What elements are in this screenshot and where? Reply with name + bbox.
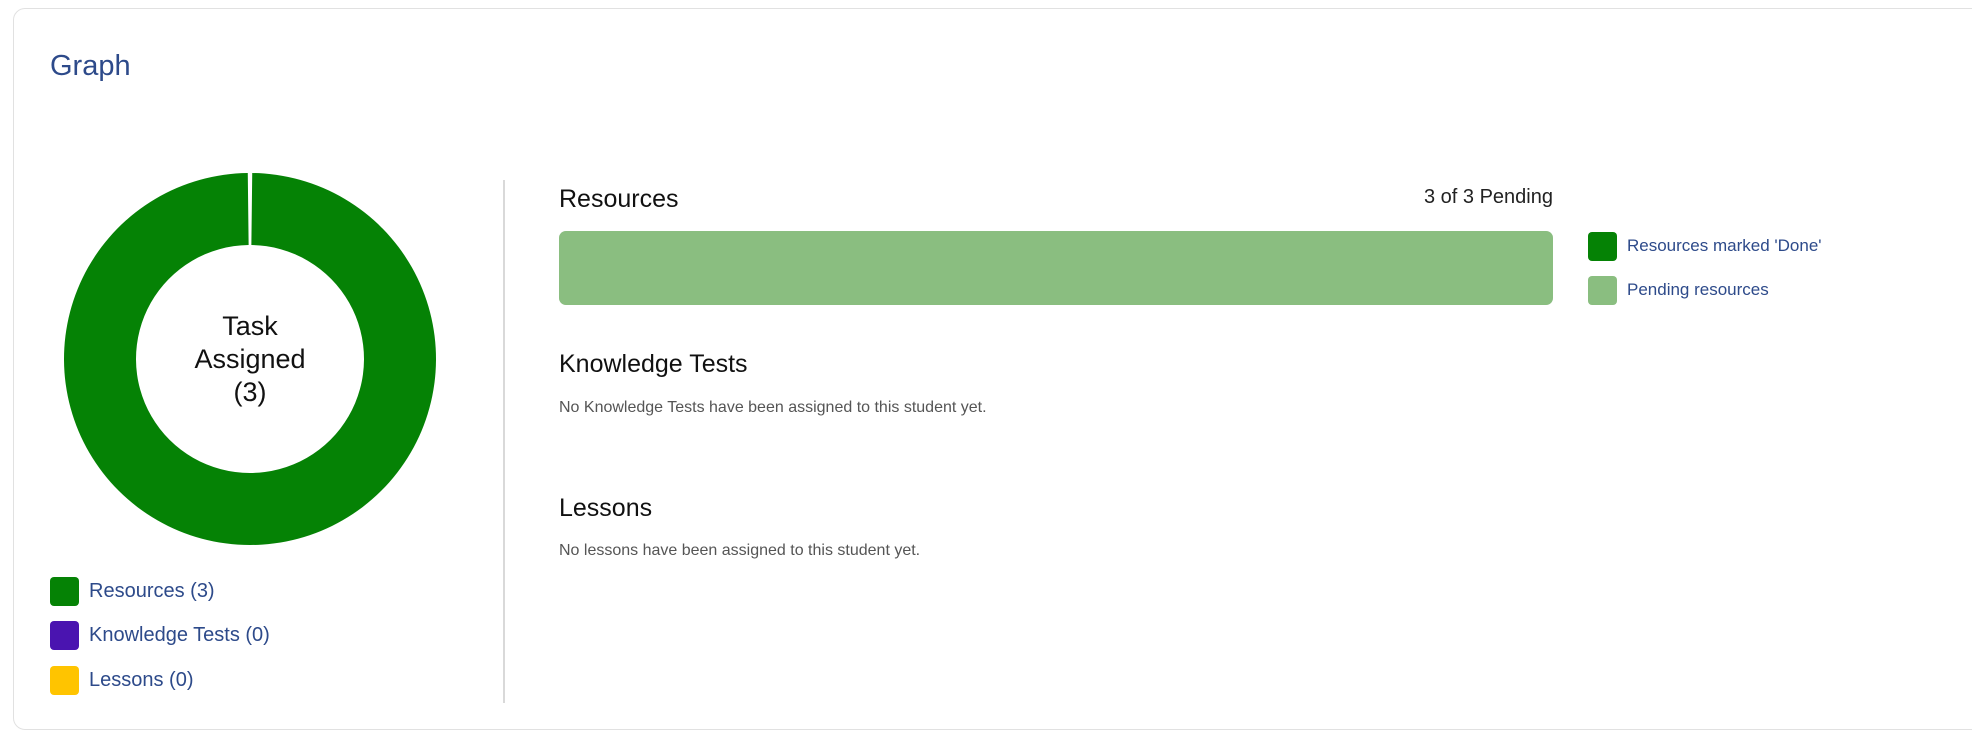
legend-label-knowledge-tests: Knowledge Tests (0) xyxy=(89,624,270,646)
resources-pending-segment xyxy=(559,231,1553,305)
knowledge-tests-title: Knowledge Tests xyxy=(559,350,748,378)
bar-legend-swatch-done xyxy=(1588,231,1617,261)
resources-progress-bar xyxy=(559,231,1553,305)
legend-item-knowledge-tests[interactable]: Knowledge Tests (0) xyxy=(50,621,270,651)
donut-center-line2: Assigned xyxy=(194,343,306,374)
legend-swatch-lessons xyxy=(50,665,79,695)
lessons-empty-message: No lessons have been assigned to this st… xyxy=(559,542,921,559)
column-divider xyxy=(503,180,505,703)
donut-center-line3: (3) xyxy=(233,376,267,407)
task-summary-panel: Task Assigned (3) Resources (3) Knowledg… xyxy=(0,0,505,733)
task-donut-chart: Task Assigned (3) xyxy=(64,173,436,545)
legend-item-lessons[interactable]: Lessons (0) xyxy=(50,665,270,695)
bar-legend-item-done[interactable]: Resources marked 'Done' xyxy=(1588,231,1822,261)
lessons-title: Lessons xyxy=(559,494,653,522)
legend-swatch-resources xyxy=(50,576,79,606)
donut-center-label: Task Assigned (3) xyxy=(64,173,436,545)
bar-legend-item-pending[interactable]: Pending resources xyxy=(1588,275,1822,305)
bar-legend-swatch-pending xyxy=(1588,275,1617,305)
donut-legend: Resources (3) Knowledge Tests (0) Lesson… xyxy=(50,576,270,710)
resources-pending-count: 3 of 3 Pending xyxy=(1424,186,1553,208)
knowledge-tests-empty-message: No Knowledge Tests have been assigned to… xyxy=(559,399,987,416)
legend-swatch-knowledge-tests xyxy=(50,621,79,650)
legend-label-resources: Resources (3) xyxy=(89,579,215,602)
legend-label-lessons: Lessons (0) xyxy=(89,668,194,691)
bar-legend-label-pending: Pending resources xyxy=(1627,280,1769,299)
resources-bar-legend: Resources marked 'Done' Pending resource… xyxy=(1588,231,1822,319)
legend-item-resources[interactable]: Resources (3) xyxy=(50,576,270,606)
donut-center-line1: Task xyxy=(222,310,278,341)
bar-legend-label-done: Resources marked 'Done' xyxy=(1627,236,1822,255)
resources-title: Resources xyxy=(559,185,679,213)
